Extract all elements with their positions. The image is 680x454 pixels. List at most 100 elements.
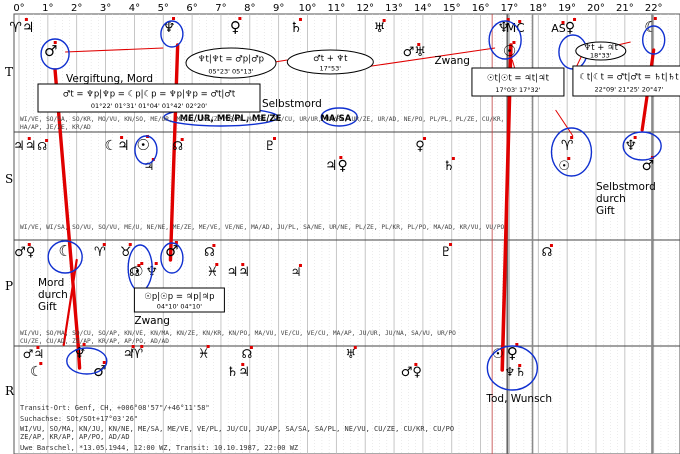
planet-position-marker (423, 137, 427, 140)
code-row-P: WI/VU, SO/MA, SO/CU, SO/AP, KN/VE, KN/MA… (20, 330, 456, 337)
planet-symbol: ♃♀ (325, 158, 348, 174)
annotation-selbstmord: Selbstmord (262, 98, 322, 110)
degree-label: 4° (129, 3, 140, 14)
planet-symbol: ☉ (131, 264, 144, 280)
degree-label: 9° (273, 3, 284, 14)
planet-symbol: ♀ (230, 18, 241, 36)
planet-position-marker (154, 262, 158, 265)
footer-line2: Suchachse: SOt/SOt+17°03'26" (20, 415, 138, 423)
degree-label: 12° (356, 3, 374, 14)
annotation-vergiftung_mord: Vergiftung, Mord (66, 73, 153, 85)
degree-label: 13° (385, 3, 403, 14)
planet-symbol: ☊ (204, 245, 215, 259)
planet-position-marker (241, 363, 245, 366)
degree-label: 10° (299, 3, 317, 14)
planet-position-marker (53, 41, 57, 44)
planet-symbol: ♀ (565, 20, 575, 36)
equation-degree: 05°23' 05°13' (208, 68, 253, 76)
equation-text: ☾t|☾t = ♂t|♂t = ♄t|♄t (579, 73, 679, 83)
planet-position-marker (238, 17, 242, 20)
annotation-tod_wunsch: Tod, Wunsch (485, 393, 552, 405)
code-row-S: WI/VE, WI/SA, SO/VU, SO/VU, ME/U, NE/NE,… (20, 224, 505, 231)
equation-text: ♂t = ♆p|♆p = ☾p|☾p = ♆p|♆p = ♂t|♂t (63, 90, 236, 100)
planet-position-marker (549, 244, 553, 247)
planet-position-marker (518, 364, 522, 367)
planet-symbol: ☾ (58, 242, 71, 260)
annotation-zwang_t: Zwang (434, 55, 470, 67)
planet-symbol: ♃ (291, 265, 302, 279)
planet-symbol: ♈ (561, 138, 574, 154)
planet-symbol: ☾ (30, 364, 43, 380)
planet-symbol: ♓ (206, 265, 218, 280)
equation-text: ☉p|☉p = ♃p|♃p (144, 292, 214, 302)
annotation-selbstmord_gift: Selbstmord (596, 181, 656, 193)
annotation-selbstmord_gift: Gift (596, 205, 615, 217)
planet-position-marker (353, 346, 357, 349)
footer-line4: ZE/AP, KR/AP, AP/PO, AD/AD (20, 433, 130, 441)
equation-degree: 22°09' 21°25' 20°47' (594, 86, 663, 94)
planet-position-marker (272, 137, 276, 140)
planet-position-marker (172, 17, 176, 20)
planet-position-marker (573, 18, 577, 21)
equation-text: ♂t + ♆t (313, 54, 348, 64)
footer-line5: Uwe Barschel, *13.05.1944, 12:00 WZ, Tra… (20, 444, 298, 452)
planet-symbol: ☉ (503, 42, 516, 60)
planet-symbol: ♅ (345, 347, 356, 361)
planet-position-marker (140, 345, 144, 348)
equation-degree: 18°33' (590, 51, 612, 59)
planet-position-marker (417, 43, 421, 46)
degree-label: 22° (645, 3, 663, 14)
uranian-graphic-ephemeris: 0° 1° 2° 3° 4° 5° 6° 7° 8° 9° 10° 11° 12° 13° 14° 15° 16… (0, 0, 680, 454)
planet-position-marker (128, 243, 132, 246)
planet-position-marker (180, 138, 184, 141)
planet-symbol: ♈ (131, 347, 143, 362)
planet-symbol: ♀ (415, 139, 425, 154)
planet-symbol: ♇ (264, 139, 276, 154)
planet-symbol: ♄ (290, 20, 303, 36)
equation-degree: 01°22' 01°31' 01°04' 01°42' 02°20' (91, 102, 207, 110)
planet-symbol: ♃♃ (227, 265, 250, 280)
planet-position-marker (653, 17, 657, 20)
planet-position-marker (36, 346, 40, 349)
degree-label: 11° (327, 3, 345, 14)
degree-label: 7° (215, 3, 226, 14)
planet-position-marker (24, 18, 28, 21)
planet-symbol: ♈ (94, 245, 106, 260)
degree-label: 1° (42, 3, 53, 14)
planet-symbol: ♅ (374, 21, 386, 36)
planet-position-marker (120, 136, 124, 139)
planet-position-marker (102, 361, 106, 364)
planet-symbol: ☊ (242, 347, 253, 361)
planet-position-marker (215, 263, 219, 266)
degree-label: 20° (587, 3, 605, 14)
equation-text: ♆t|♆t = ♂p|♂p (198, 55, 264, 65)
planet-position-marker (518, 20, 522, 23)
annotation-mord_durch_gift: Gift (38, 301, 57, 313)
planet-symbol: ♂♀ (401, 365, 422, 380)
degree-scale: 0° 1° 2° 3° 4° 5° 6° 7° 8° 9° 10° 11° 12° 13° 14° 15° 16… (13, 3, 662, 14)
planet-position-marker (633, 136, 637, 139)
planet-position-marker (382, 19, 386, 22)
planet-symbol: ♄♃ (227, 365, 250, 380)
degree-label: 16° (472, 3, 490, 14)
row-label-P: P (5, 279, 13, 293)
planet-position-marker (414, 363, 418, 366)
planet-symbol: ♓ (198, 347, 210, 362)
degree-label: 5° (158, 3, 169, 14)
planet-position-marker (27, 243, 31, 246)
code-row-T: HA/AP, JE/ZE, KR/AD (20, 124, 91, 131)
degree-label: 14° (414, 3, 432, 14)
planet-symbol: ♆ (624, 138, 637, 154)
annotation-mord_durch_gift: Mord (38, 277, 64, 289)
equation-degree: 04°10' 04°10' (157, 302, 202, 310)
planet-symbol: ☉ (136, 136, 149, 154)
planet-symbol: ☊ (172, 139, 183, 153)
degree-label: 0° (13, 3, 24, 14)
degree-label: 21° (616, 3, 634, 14)
equation-degree: 17°03' 17°32' (495, 86, 540, 94)
degree-label: 18° (529, 3, 547, 14)
degree-label: 8° (244, 3, 255, 14)
planet-position-marker (339, 156, 343, 159)
code-row-T: WI/VE, SO/SA, SO/KR, MO/VU, KN/SO, ME/UR… (20, 116, 504, 123)
code-row-P: CU/ZE, CU/AD, ZE/AP, KR/AP, AP/PO, AD/AD (20, 338, 169, 345)
